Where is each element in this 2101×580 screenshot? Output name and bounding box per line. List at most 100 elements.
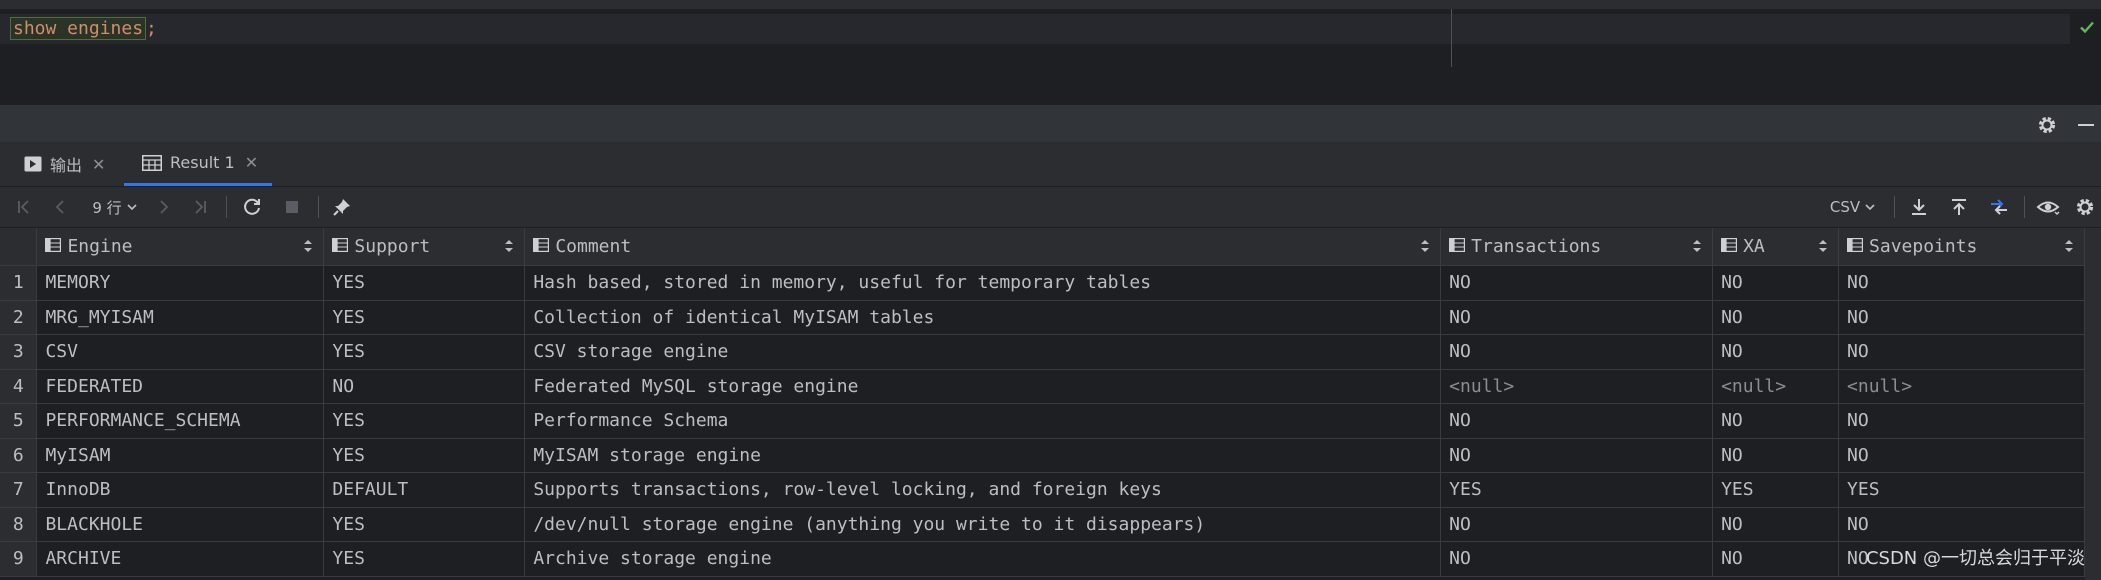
sql-editor[interactable]: show engines;: [0, 0, 2101, 104]
cell-engine[interactable]: MEMORY: [36, 265, 325, 301]
next-page-icon[interactable]: [152, 187, 176, 227]
cell-engine[interactable]: MRG_MYISAM: [36, 300, 325, 335]
cell-engine[interactable]: PERFORMANCE_SCHEMA: [36, 403, 325, 439]
column-icon: [45, 236, 62, 257]
table-row[interactable]: 4 FEDERATED NO Federated MySQL storage engi…: [0, 369, 2085, 404]
cell-savepoints[interactable]: NO: [1838, 334, 2085, 370]
row-number: 9: [0, 541, 38, 577]
prev-page-icon[interactable]: [48, 187, 72, 227]
pin-icon[interactable]: [328, 187, 356, 227]
cell-comment[interactable]: Supports transactions, row-level locking…: [524, 472, 1442, 508]
cell-support[interactable]: YES: [323, 507, 526, 542]
sql-code-line[interactable]: show engines;: [10, 16, 157, 42]
cell-support[interactable]: NO: [323, 369, 526, 404]
cell-xa[interactable]: NO: [1712, 265, 1840, 301]
sort-icon[interactable]: [1818, 238, 1828, 259]
table-row[interactable]: 3 CSV YES CSV storage engine NO NO NO: [0, 334, 2085, 370]
cell-savepoints[interactable]: YES: [1838, 472, 2085, 508]
last-page-icon[interactable]: [188, 187, 212, 227]
cell-savepoints[interactable]: NO: [1838, 300, 2085, 335]
cell-comment[interactable]: Collection of identical MyISAM tables: [524, 300, 1442, 335]
close-icon[interactable]: ✕: [245, 153, 258, 172]
cell-savepoints[interactable]: <null>: [1838, 369, 2085, 404]
table-row[interactable]: 5 PERFORMANCE_SCHEMA YES Performance Schema…: [0, 403, 2085, 439]
cell-transactions[interactable]: NO: [1440, 507, 1714, 542]
table-row[interactable]: 6 MyISAM YES MyISAM storage engine NO NO NO: [0, 438, 2085, 473]
tab-result-1[interactable]: Result 1 ✕: [124, 142, 272, 186]
column-header-support[interactable]: Support: [323, 228, 526, 266]
cell-comment[interactable]: Archive storage engine: [524, 541, 1442, 577]
cell-savepoints[interactable]: NO: [1838, 265, 2085, 301]
first-page-icon[interactable]: [12, 187, 36, 227]
cell-transactions[interactable]: NO: [1440, 334, 1714, 370]
settings-icon[interactable]: [2070, 187, 2100, 227]
sort-icon[interactable]: [1692, 238, 1702, 259]
cell-engine[interactable]: CSV: [36, 334, 325, 370]
table-row[interactable]: 7 InnoDB DEFAULT Supports transactions, row…: [0, 472, 2085, 508]
cell-support[interactable]: YES: [323, 334, 526, 370]
rows-count-dropdown[interactable]: 9 行: [86, 187, 144, 227]
cell-xa[interactable]: NO: [1712, 403, 1840, 439]
result-grid[interactable]: Engine Support Comment Transactions XA Savepo…: [0, 228, 2085, 580]
sort-icon[interactable]: [2064, 238, 2074, 259]
cell-transactions[interactable]: NO: [1440, 541, 1714, 577]
refresh-icon[interactable]: [238, 187, 266, 227]
cell-xa[interactable]: NO: [1712, 507, 1840, 542]
column-header-engine[interactable]: Engine: [36, 228, 325, 266]
cell-engine[interactable]: ARCHIVE: [36, 541, 325, 577]
sort-icon[interactable]: [1420, 238, 1430, 259]
cell-support[interactable]: DEFAULT: [323, 472, 526, 508]
download-icon[interactable]: [1904, 187, 1934, 227]
cell-comment[interactable]: /dev/null storage engine (anything you w…: [524, 507, 1442, 542]
cell-xa[interactable]: YES: [1712, 472, 1840, 508]
cell-support[interactable]: YES: [323, 541, 526, 577]
cell-transactions[interactable]: NO: [1440, 438, 1714, 473]
table-row[interactable]: 9 ARCHIVE YES Archive storage engine NO NO NO: [0, 541, 2085, 577]
cell-savepoints[interactable]: NO: [1838, 403, 2085, 439]
cell-transactions[interactable]: YES: [1440, 472, 1714, 508]
table-row[interactable]: 8 BLACKHOLE YES/dev/null storage engine (a…: [0, 507, 2085, 542]
gear-icon[interactable]: [2036, 114, 2058, 136]
cell-xa[interactable]: <null>: [1712, 369, 1840, 404]
cell-xa[interactable]: NO: [1712, 438, 1840, 473]
cell-engine[interactable]: InnoDB: [36, 472, 325, 508]
sort-icon[interactable]: [504, 238, 514, 259]
close-icon[interactable]: ✕: [92, 155, 105, 174]
minimize-icon[interactable]: [2076, 114, 2096, 136]
column-header-comment[interactable]: Comment: [524, 228, 1442, 266]
table-row[interactable]: 1 MEMORY YES Hash based, stored in memory, …: [0, 265, 2085, 301]
cell-engine[interactable]: BLACKHOLE: [36, 507, 325, 542]
cell-xa[interactable]: NO: [1712, 300, 1840, 335]
cell-comment[interactable]: MyISAM storage engine: [524, 438, 1442, 473]
upload-icon[interactable]: [1944, 187, 1974, 227]
compare-icon[interactable]: [1984, 187, 2014, 227]
cell-support[interactable]: YES: [323, 403, 526, 439]
cell-support[interactable]: YES: [323, 300, 526, 335]
column-header-savepoints[interactable]: Savepoints: [1838, 228, 2085, 266]
cell-engine[interactable]: MyISAM: [36, 438, 325, 473]
cell-comment[interactable]: Federated MySQL storage engine: [524, 369, 1442, 404]
column-header-xa[interactable]: XA: [1712, 228, 1840, 266]
vertical-scrollbar[interactable]: [2085, 228, 2101, 580]
cell-engine[interactable]: FEDERATED: [36, 369, 325, 404]
cell-support[interactable]: YES: [323, 438, 526, 473]
cell-savepoints[interactable]: NO: [1838, 438, 2085, 473]
cell-transactions[interactable]: NO: [1440, 403, 1714, 439]
table-row[interactable]: 2 MRG_MYISAM YES Collection of identical My…: [0, 300, 2085, 335]
tab-output[interactable]: 输出 ✕: [24, 142, 105, 186]
export-format-dropdown[interactable]: CSV: [1826, 187, 1880, 227]
cell-comment[interactable]: CSV storage engine: [524, 334, 1442, 370]
cell-comment[interactable]: Hash based, stored in memory, useful for…: [524, 265, 1442, 301]
cell-transactions[interactable]: <null>: [1440, 369, 1714, 404]
cell-comment[interactable]: Performance Schema: [524, 403, 1442, 439]
stop-icon[interactable]: [278, 187, 306, 227]
cell-savepoints[interactable]: NO: [1838, 507, 2085, 542]
cell-transactions[interactable]: NO: [1440, 300, 1714, 335]
cell-support[interactable]: YES: [323, 265, 526, 301]
sort-icon[interactable]: [303, 238, 313, 259]
cell-transactions[interactable]: NO: [1440, 265, 1714, 301]
cell-xa[interactable]: NO: [1712, 541, 1840, 577]
cell-xa[interactable]: NO: [1712, 334, 1840, 370]
view-icon[interactable]: [2032, 187, 2064, 227]
column-header-transactions[interactable]: Transactions: [1440, 228, 1714, 266]
